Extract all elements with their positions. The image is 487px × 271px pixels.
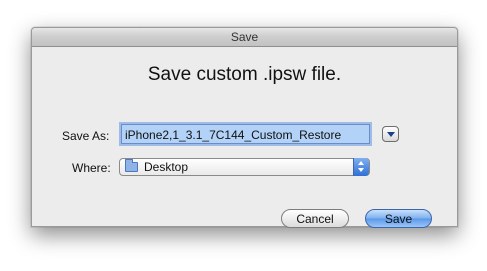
where-popup[interactable]: Desktop: [119, 158, 370, 176]
dialog-heading: Save custom .ipsw file.: [147, 64, 342, 85]
screenshot: thal hack phone com thal hack phone com …: [0, 0, 487, 271]
expand-dialog-button[interactable]: [382, 126, 399, 142]
save-dialog: Save Save custom .ipsw file. Save As: iP…: [31, 27, 458, 228]
save-as-label: Save As:: [62, 129, 110, 143]
where-label: Where:: [72, 161, 111, 175]
cancel-button[interactable]: Cancel: [281, 209, 349, 228]
folder-icon: [125, 159, 138, 172]
save-button[interactable]: Save: [365, 209, 432, 228]
file-name-value: iPhone2,1_3.1_7C144_Custom_Restore: [125, 128, 342, 142]
where-popup-value: Desktop: [144, 160, 189, 174]
disclosure-triangle-icon: [387, 132, 395, 137]
file-name-field[interactable]: iPhone2,1_3.1_7C144_Custom_Restore: [121, 124, 370, 144]
title-bar[interactable]: Save: [32, 28, 457, 47]
window-title: Save: [230, 30, 259, 44]
popup-arrows-icon: [353, 158, 369, 176]
dialog-body: Save custom .ipsw file. Save As: iPhone2…: [32, 47, 457, 228]
